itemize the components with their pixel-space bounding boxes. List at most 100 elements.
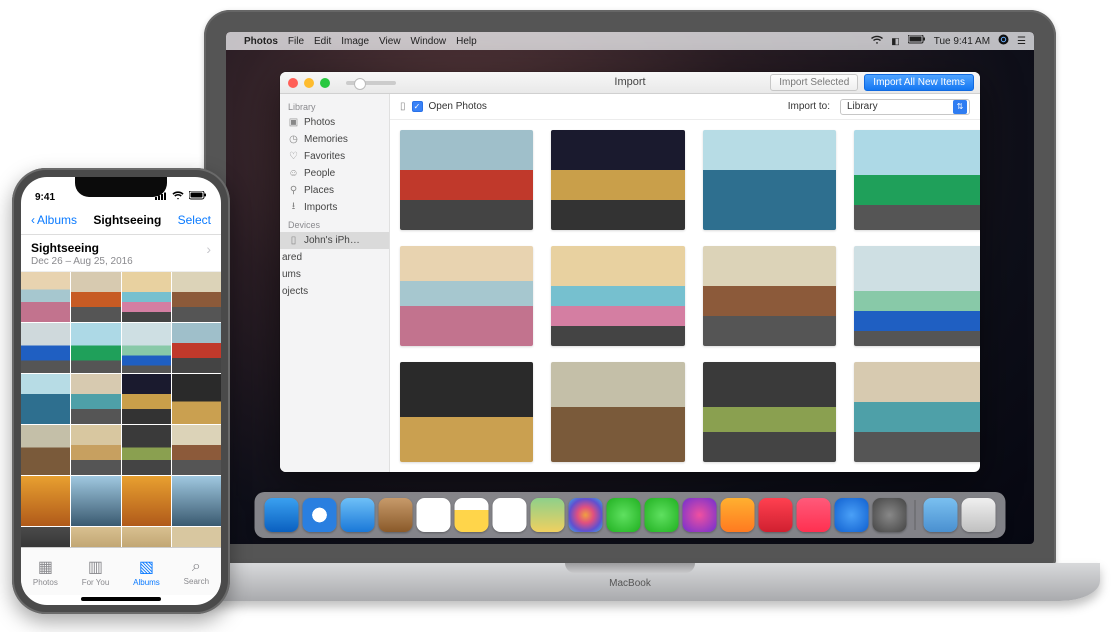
sidebar-item-imports[interactable]: ⭳Imports bbox=[280, 199, 389, 216]
photo-thumbnail[interactable] bbox=[122, 476, 171, 526]
dock-reminders-icon[interactable] bbox=[493, 498, 527, 532]
select-button[interactable]: Select bbox=[178, 213, 211, 227]
sidebar-item-memories[interactable]: ◷Memories bbox=[280, 131, 389, 148]
photo-thumbnail[interactable] bbox=[122, 425, 171, 475]
import-thumbnail[interactable] bbox=[551, 246, 684, 346]
tab-albums[interactable]: ▧Albums bbox=[133, 557, 160, 587]
nav-title: Sightseeing bbox=[93, 213, 161, 227]
photo-thumbnail[interactable] bbox=[21, 476, 70, 526]
photo-thumbnail[interactable] bbox=[71, 272, 120, 322]
import-thumbnail[interactable] bbox=[400, 130, 533, 230]
menu-image[interactable]: Image bbox=[341, 36, 369, 47]
menubar-clock[interactable]: Tue 9:41 AM bbox=[934, 36, 990, 47]
import-thumbnail[interactable] bbox=[400, 362, 533, 462]
import-thumbnail[interactable] bbox=[703, 130, 836, 230]
photo-thumbnail[interactable] bbox=[71, 323, 120, 373]
dock-contacts-icon[interactable] bbox=[379, 498, 413, 532]
photo-thumbnail[interactable] bbox=[71, 374, 120, 424]
sidebar-item-shared[interactable]: ared bbox=[280, 249, 389, 266]
dock-notes-icon[interactable] bbox=[455, 498, 489, 532]
home-indicator[interactable] bbox=[21, 595, 221, 605]
open-photos-checkbox[interactable]: ✓ bbox=[412, 101, 423, 112]
import-thumbnail[interactable] bbox=[551, 362, 684, 462]
minimize-icon[interactable] bbox=[304, 78, 314, 88]
tab-photos[interactable]: ▦Photos bbox=[33, 557, 58, 587]
ios-photo-grid[interactable] bbox=[21, 272, 221, 547]
window-titlebar[interactable]: Import Import Selected Import All New It… bbox=[280, 72, 980, 94]
photo-thumbnail[interactable] bbox=[172, 323, 221, 373]
import-all-button[interactable]: Import All New Items bbox=[864, 74, 974, 91]
photo-thumbnail[interactable] bbox=[172, 476, 221, 526]
sidebar-item-photos[interactable]: ▣Photos bbox=[280, 114, 389, 131]
sidebar-item-device[interactable]: ▯John's iPh… bbox=[280, 232, 389, 249]
import-thumbnail[interactable] bbox=[703, 362, 836, 462]
dock-itunes-icon[interactable] bbox=[683, 498, 717, 532]
dock-preferences-icon[interactable] bbox=[873, 498, 907, 532]
chevron-right-icon: › bbox=[206, 241, 211, 257]
sidebar-item-places[interactable]: ⚲Places bbox=[280, 182, 389, 199]
tab-for-you[interactable]: ▥For You bbox=[82, 557, 110, 587]
dock-finder-icon[interactable] bbox=[265, 498, 299, 532]
photo-thumbnail[interactable] bbox=[172, 527, 221, 547]
import-thumbnail[interactable] bbox=[400, 246, 533, 346]
thumbnail-size-slider[interactable] bbox=[346, 81, 396, 85]
sidebar-header-devices: Devices bbox=[280, 216, 389, 232]
sidebar-item-albums[interactable]: ums bbox=[280, 266, 389, 283]
import-thumbnail[interactable] bbox=[703, 246, 836, 346]
photo-thumbnail[interactable] bbox=[21, 323, 70, 373]
photo-thumbnail[interactable] bbox=[172, 425, 221, 475]
wifi-icon[interactable] bbox=[871, 35, 883, 48]
dock-mail-icon[interactable] bbox=[341, 498, 375, 532]
dock-photos-icon[interactable] bbox=[569, 498, 603, 532]
photo-thumbnail[interactable] bbox=[122, 323, 171, 373]
zoom-icon[interactable] bbox=[320, 78, 330, 88]
menu-edit[interactable]: Edit bbox=[314, 36, 331, 47]
dock-folder-icon[interactable] bbox=[924, 498, 958, 532]
photo-thumbnail[interactable] bbox=[71, 527, 120, 547]
photo-thumbnail[interactable] bbox=[21, 272, 70, 322]
dock-appstore-icon[interactable] bbox=[835, 498, 869, 532]
dock-safari-icon[interactable] bbox=[303, 498, 337, 532]
menu-help[interactable]: Help bbox=[456, 36, 477, 47]
photos-app-window: Import Import Selected Import All New It… bbox=[280, 72, 980, 472]
tab-search[interactable]: ⌕Search bbox=[184, 558, 209, 586]
dock-trash-icon[interactable] bbox=[962, 498, 996, 532]
dock-messages-icon[interactable] bbox=[607, 498, 641, 532]
window-title: Import bbox=[614, 76, 645, 88]
photo-thumbnail[interactable] bbox=[172, 272, 221, 322]
close-icon[interactable] bbox=[288, 78, 298, 88]
menu-window[interactable]: Window bbox=[411, 36, 447, 47]
photo-thumbnail[interactable] bbox=[122, 527, 171, 547]
back-button[interactable]: ‹Albums bbox=[31, 213, 77, 227]
photo-thumbnail[interactable] bbox=[172, 374, 221, 424]
photo-thumbnail[interactable] bbox=[21, 374, 70, 424]
sidebar-item-projects[interactable]: ojects bbox=[280, 283, 389, 300]
dock-calendar-icon[interactable] bbox=[417, 498, 451, 532]
dock-news-icon[interactable] bbox=[759, 498, 793, 532]
import-thumbnail[interactable] bbox=[551, 130, 684, 230]
menu-file[interactable]: File bbox=[288, 36, 304, 47]
photo-thumbnail[interactable] bbox=[71, 425, 120, 475]
siri-icon[interactable] bbox=[998, 34, 1009, 48]
photo-thumbnail[interactable] bbox=[122, 272, 171, 322]
photo-thumbnail[interactable] bbox=[21, 527, 70, 547]
dock-ibooks-icon[interactable] bbox=[721, 498, 755, 532]
photo-thumbnail[interactable] bbox=[122, 374, 171, 424]
photo-thumbnail[interactable] bbox=[71, 476, 120, 526]
menubar-app-name[interactable]: Photos bbox=[244, 36, 278, 47]
notification-center-icon[interactable]: ☰ bbox=[1017, 36, 1026, 47]
menu-view[interactable]: View bbox=[379, 36, 401, 47]
sidebar-item-people[interactable]: ☺People bbox=[280, 165, 389, 182]
photo-thumbnail[interactable] bbox=[21, 425, 70, 475]
import-selected-button[interactable]: Import Selected bbox=[770, 74, 858, 91]
import-thumbnail[interactable] bbox=[854, 362, 980, 462]
album-section-header[interactable]: Sightseeing Dec 26 – Aug 25, 2016 › bbox=[21, 235, 221, 272]
import-thumbnail[interactable] bbox=[854, 130, 980, 230]
battery-icon[interactable] bbox=[908, 35, 926, 47]
import-thumbnail[interactable] bbox=[854, 246, 980, 346]
dock-facetime-icon[interactable] bbox=[645, 498, 679, 532]
dock-maps-icon[interactable] bbox=[531, 498, 565, 532]
import-to-select[interactable]: Library ⇅ bbox=[840, 99, 970, 115]
sidebar-item-favorites[interactable]: ♡Favorites bbox=[280, 148, 389, 165]
dock-music-icon[interactable] bbox=[797, 498, 831, 532]
